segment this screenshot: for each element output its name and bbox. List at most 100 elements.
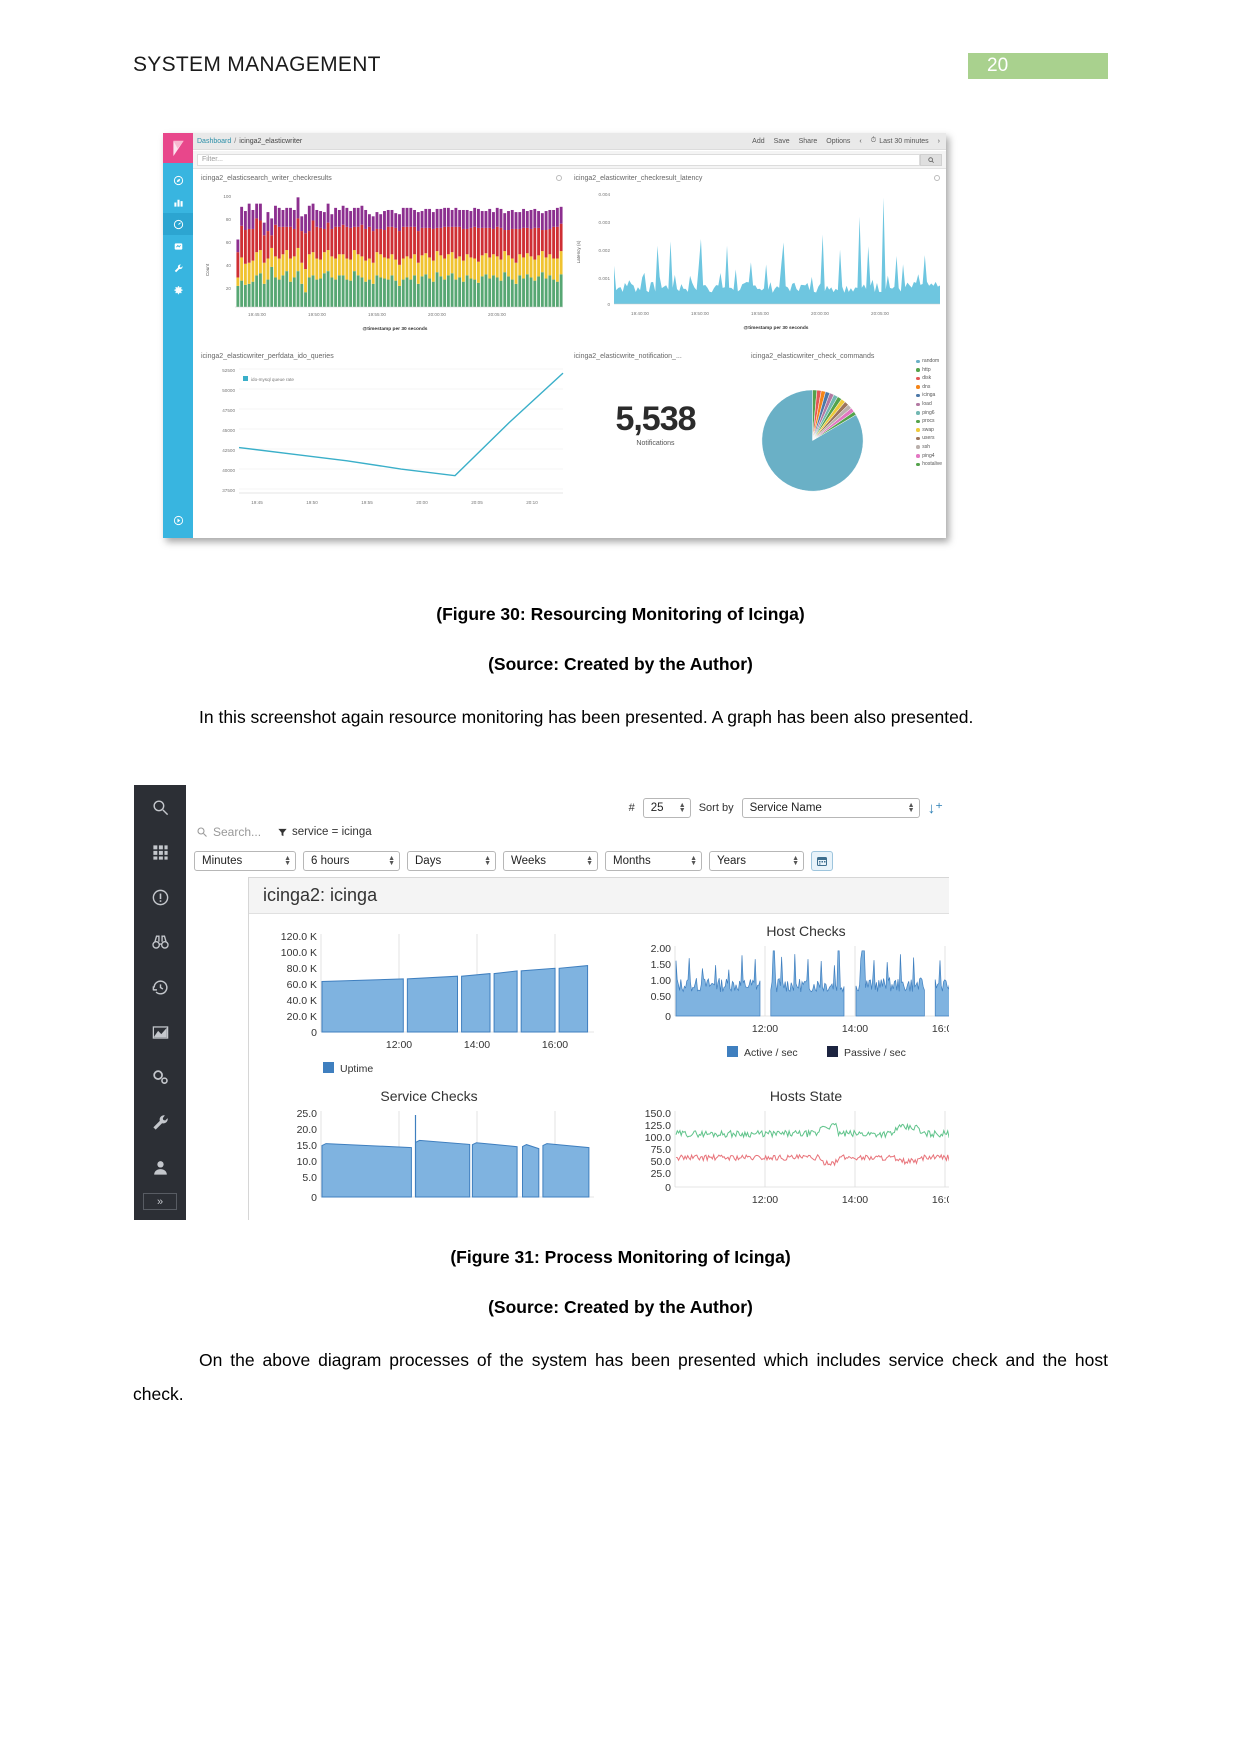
pie-legend-item[interactable]: disk bbox=[916, 374, 942, 383]
panel-options-icon[interactable] bbox=[556, 175, 562, 181]
nav-visualize-icon[interactable] bbox=[163, 191, 193, 213]
svg-text:47500: 47500 bbox=[222, 408, 235, 413]
pie-legend-item[interactable]: ping6 bbox=[916, 409, 942, 418]
svg-text:50000: 50000 bbox=[222, 388, 235, 393]
legend-color-dot bbox=[916, 402, 920, 407]
figure-30-kibana-dashboard: Dashboard / icinga2_elasticwriter Add Sa… bbox=[163, 133, 946, 538]
panel-latency-title: icinga2_elasticwriter_checkresult_latenc… bbox=[574, 175, 703, 182]
range-months-select[interactable]: Months ▲ ▼ bbox=[605, 851, 702, 871]
pie-legend: random http disk dns icinga load ping6 procs swa… bbox=[916, 357, 942, 469]
sidebar-item-system[interactable] bbox=[134, 1055, 186, 1100]
svg-text:20:05:00: 20:05:00 bbox=[871, 311, 889, 316]
stepper-arrows-icon: ▲ ▼ bbox=[907, 802, 915, 814]
svg-text:20:05:00: 20:05:00 bbox=[488, 312, 506, 317]
nav-discover-icon[interactable] bbox=[163, 169, 193, 191]
nav-devtools-wrench-icon[interactable] bbox=[163, 257, 193, 279]
pie-legend-item[interactable]: swap bbox=[916, 426, 942, 435]
legend-label: disk bbox=[922, 375, 932, 382]
legend-color-dot bbox=[916, 419, 920, 424]
kibana-main: Dashboard / icinga2_elasticwriter Add Sa… bbox=[193, 133, 946, 538]
pie-legend-item[interactable]: ping4 bbox=[916, 452, 942, 461]
count-select[interactable]: 25 ▲ ▼ bbox=[642, 798, 691, 818]
pie-legend-item[interactable]: dns bbox=[916, 383, 942, 392]
uptime-area-chart: 120.0 K 100.0 K 80.0 K 60.0 K 40.0 K 20.… bbox=[281, 931, 594, 1075]
svg-text:14:00: 14:00 bbox=[842, 1194, 868, 1206]
add-button[interactable]: Add bbox=[752, 138, 764, 145]
sidebar-item-account[interactable] bbox=[134, 1145, 186, 1190]
filter-input[interactable]: Filter... bbox=[197, 153, 920, 166]
options-button[interactable]: Options bbox=[826, 138, 850, 145]
calendar-icon[interactable] bbox=[811, 851, 833, 871]
svg-text:@timestamp per 30 seconds: @timestamp per 30 seconds bbox=[744, 325, 809, 331]
sidebar-collapse-icon[interactable] bbox=[163, 510, 193, 530]
legend-label: dns bbox=[922, 383, 931, 390]
sidebar-item-search[interactable] bbox=[134, 785, 186, 830]
icinga-service-panel: icinga2: icinga 120.0 K 100.0 K 80.0 K 6… bbox=[248, 877, 949, 1220]
nav-management-gear-icon[interactable] bbox=[163, 279, 193, 301]
svg-text:80: 80 bbox=[226, 217, 232, 222]
svg-text:19:50: 19:50 bbox=[306, 500, 318, 505]
sidebar-item-problems[interactable] bbox=[134, 875, 186, 920]
pie-legend-item[interactable]: procs bbox=[916, 417, 942, 426]
sidebar-item-dashboard[interactable] bbox=[134, 830, 186, 875]
svg-text:60: 60 bbox=[226, 240, 232, 245]
range-days-label: Days bbox=[415, 855, 442, 867]
sidebar-item-history[interactable] bbox=[134, 965, 186, 1010]
filter-search-button[interactable] bbox=[920, 153, 942, 166]
svg-text:1.50: 1.50 bbox=[651, 959, 672, 971]
search-input[interactable]: Search... bbox=[196, 825, 261, 839]
nav-timelion-icon[interactable] bbox=[163, 235, 193, 257]
range-hours-select[interactable]: 6 hours ▲ ▼ bbox=[303, 851, 400, 871]
svg-text:125.0: 125.0 bbox=[645, 1120, 671, 1132]
share-button[interactable]: Share bbox=[799, 138, 818, 145]
panel-latency: icinga2_elasticwriter_checkresult_latenc… bbox=[568, 173, 944, 349]
kibana-topbar-actions: Add Save Share Options ‹ ⏱ Last 30 minut… bbox=[752, 137, 942, 145]
svg-text:19:55:00: 19:55:00 bbox=[751, 311, 769, 316]
pie-legend-item[interactable]: icinga bbox=[916, 391, 942, 400]
pie-legend-item[interactable]: users bbox=[916, 434, 942, 443]
panel-options-icon[interactable] bbox=[934, 175, 940, 181]
stepper-arrows-icon: ▲ ▼ bbox=[388, 855, 395, 867]
nav-dashboard-icon[interactable] bbox=[163, 213, 193, 235]
breadcrumb-dashboard[interactable]: Dashboard bbox=[197, 138, 231, 145]
svg-text:25.0: 25.0 bbox=[651, 1168, 672, 1180]
sort-descending-icon[interactable]: ↓⁺ bbox=[928, 799, 943, 817]
pie-legend-item[interactable]: hostalive bbox=[916, 460, 942, 469]
sidebar-item-overview[interactable] bbox=[134, 920, 186, 965]
legend-color-dot bbox=[916, 445, 920, 449]
range-minutes-select[interactable]: Minutes ▲ ▼ bbox=[194, 851, 296, 871]
stepper-arrows-icon: ▲ ▼ bbox=[690, 855, 697, 867]
check-commands-pie-chart bbox=[761, 389, 864, 492]
page-number: 20 bbox=[987, 55, 1009, 76]
sidebar-item-reporting[interactable] bbox=[134, 1010, 186, 1055]
search-icon bbox=[152, 800, 168, 816]
sort-by-select[interactable]: Service Name ▲ ▼ bbox=[741, 798, 920, 818]
sidebar-collapse-button[interactable]: » bbox=[143, 1193, 177, 1210]
pie-legend-item[interactable]: http bbox=[916, 366, 942, 375]
range-days-select[interactable]: Days ▲ ▼ bbox=[407, 851, 496, 871]
pie-legend-item[interactable]: random bbox=[916, 357, 942, 366]
svg-text:16:00: 16:00 bbox=[542, 1039, 568, 1051]
range-years-select[interactable]: Years ▲ ▼ bbox=[709, 851, 804, 871]
svg-text:75.0: 75.0 bbox=[651, 1144, 672, 1156]
svg-text:40000: 40000 bbox=[222, 468, 235, 473]
active-filter[interactable]: service = icinga bbox=[277, 826, 372, 838]
breadcrumb-separator: / bbox=[234, 137, 237, 145]
range-weeks-select[interactable]: Weeks ▲ ▼ bbox=[503, 851, 598, 871]
filter-text: service = icinga bbox=[292, 826, 372, 838]
time-range-picker[interactable]: ⏱ Last 30 minutes bbox=[871, 137, 929, 145]
pie-legend-item[interactable]: ssh bbox=[916, 443, 942, 452]
save-button[interactable]: Save bbox=[774, 138, 790, 145]
chevron-right-icon[interactable]: › bbox=[938, 138, 940, 145]
legend-color-dot bbox=[916, 385, 920, 389]
caption-figure-31-line1: (Figure 31: Process Monitoring of Icinga… bbox=[450, 1247, 791, 1267]
sidebar-item-configuration[interactable] bbox=[134, 1100, 186, 1145]
hash-label: # bbox=[628, 802, 635, 814]
panel-notifications: icinga2_elasticwrite_notification_... 5,… bbox=[568, 351, 743, 531]
legend-label: http bbox=[922, 366, 931, 373]
pie-legend-item[interactable]: load bbox=[916, 400, 942, 409]
svg-text:5.0: 5.0 bbox=[302, 1172, 317, 1184]
panel-notifications-title: icinga2_elasticwrite_notification_... bbox=[574, 353, 682, 360]
chevron-left-icon[interactable]: ‹ bbox=[859, 138, 861, 145]
icinga-list-controls: # 25 ▲ ▼ Sort by Service Name ▲ ▼ ↓⁺ bbox=[629, 798, 943, 818]
